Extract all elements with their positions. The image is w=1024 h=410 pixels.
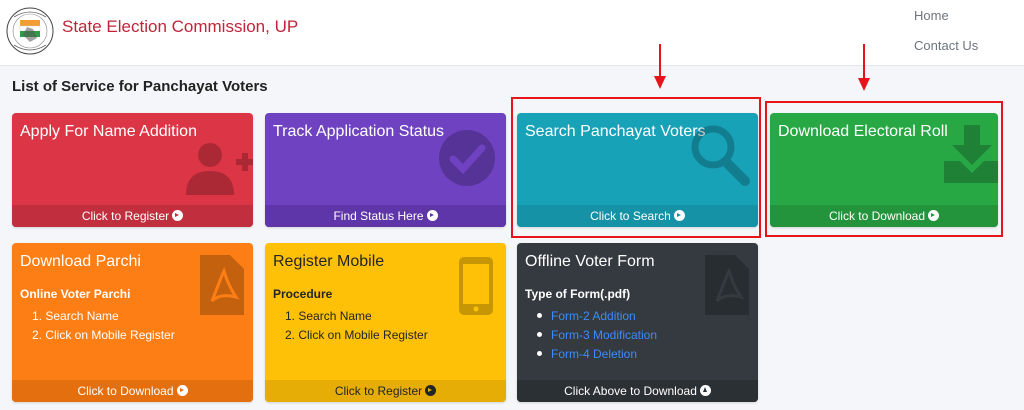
step-item: 2. Click on Mobile Register xyxy=(285,328,428,342)
arrow-right-icon xyxy=(172,210,184,221)
step-item: 2. Click on Mobile Register xyxy=(32,328,175,342)
card-download-parchi: Download Parchi Online Voter Parchi 1. S… xyxy=(12,243,253,402)
card-subheading: Procedure xyxy=(273,287,333,301)
steps-list: 1. Search Name 2. Click on Mobile Regist… xyxy=(285,307,428,345)
arrow-up-icon xyxy=(699,385,711,396)
footer-label: Find Status Here xyxy=(333,209,424,223)
download-parchi-link[interactable]: Click to Download xyxy=(12,380,253,402)
mobile-phone-icon xyxy=(459,257,493,315)
brand-title[interactable]: State Election Commission, UP xyxy=(62,17,298,37)
card-title: Register Mobile xyxy=(273,253,385,270)
footer-label: Click to Register xyxy=(81,209,170,223)
card-title: Offline Voter Form xyxy=(525,253,655,270)
card-apply-name-addition[interactable]: Apply For Name Addition Click to Registe… xyxy=(12,113,253,227)
list-item: Form-3 Modification xyxy=(537,326,657,345)
highlight-box-download xyxy=(765,101,1003,237)
pdf-file-icon xyxy=(705,255,749,315)
card-subheading: Online Voter Parchi xyxy=(20,287,131,301)
form-2-addition-link[interactable]: Form-2 Addition xyxy=(551,309,636,323)
steps-list: 1. Search Name 2. Click on Mobile Regist… xyxy=(32,307,175,345)
list-item: Form-4 Deletion xyxy=(537,345,657,364)
form-3-modification-link[interactable]: Form-3 Modification xyxy=(551,328,657,342)
step-item: 1. Search Name xyxy=(285,309,372,323)
card-title: Download Parchi xyxy=(20,253,141,270)
form-links-list: Form-2 Addition Form-3 Modification Form… xyxy=(537,307,657,364)
footer-label: Click to Register xyxy=(334,384,423,398)
highlight-box-search xyxy=(511,97,761,238)
list-item: Form-2 Addition xyxy=(537,307,657,326)
arrow-right-icon xyxy=(425,385,437,396)
form-4-deletion-link[interactable]: Form-4 Deletion xyxy=(551,347,637,361)
card-subheading: Type of Form(.pdf) xyxy=(525,287,631,301)
find-status-link[interactable]: Find Status Here xyxy=(265,205,506,227)
arrow-right-icon xyxy=(426,210,438,221)
step-item: 1. Search Name xyxy=(32,309,119,323)
nav-contact-link[interactable]: Contact Us xyxy=(914,38,978,53)
arrow-right-icon xyxy=(176,385,188,396)
card-title: Track Application Status xyxy=(273,123,445,140)
footer-label: Click to Download xyxy=(77,384,174,398)
card-offline-voter-form: Offline Voter Form Type of Form(.pdf) Fo… xyxy=(517,243,758,402)
add-user-icon xyxy=(186,143,253,195)
page-title: List of Service for Panchayat Voters xyxy=(12,78,268,95)
footer-label: Click Above to Download xyxy=(564,384,697,398)
annotation-arrow-icon xyxy=(858,44,870,91)
commission-logo xyxy=(6,7,54,55)
card-title: Apply For Name Addition xyxy=(20,123,197,140)
card-track-application[interactable]: Track Application Status Find Status Her… xyxy=(265,113,506,227)
register-link[interactable]: Click to Register xyxy=(12,205,253,227)
register-mobile-link[interactable]: Click to Register xyxy=(265,380,506,402)
card-register-mobile: Register Mobile Procedure 1. Search Name… xyxy=(265,243,506,402)
pdf-file-icon xyxy=(200,255,244,315)
check-circle-icon xyxy=(439,130,495,186)
offline-form-footer: Click Above to Download xyxy=(517,380,758,402)
nav-home-link[interactable]: Home xyxy=(914,8,949,23)
annotation-arrow-icon xyxy=(654,44,666,89)
